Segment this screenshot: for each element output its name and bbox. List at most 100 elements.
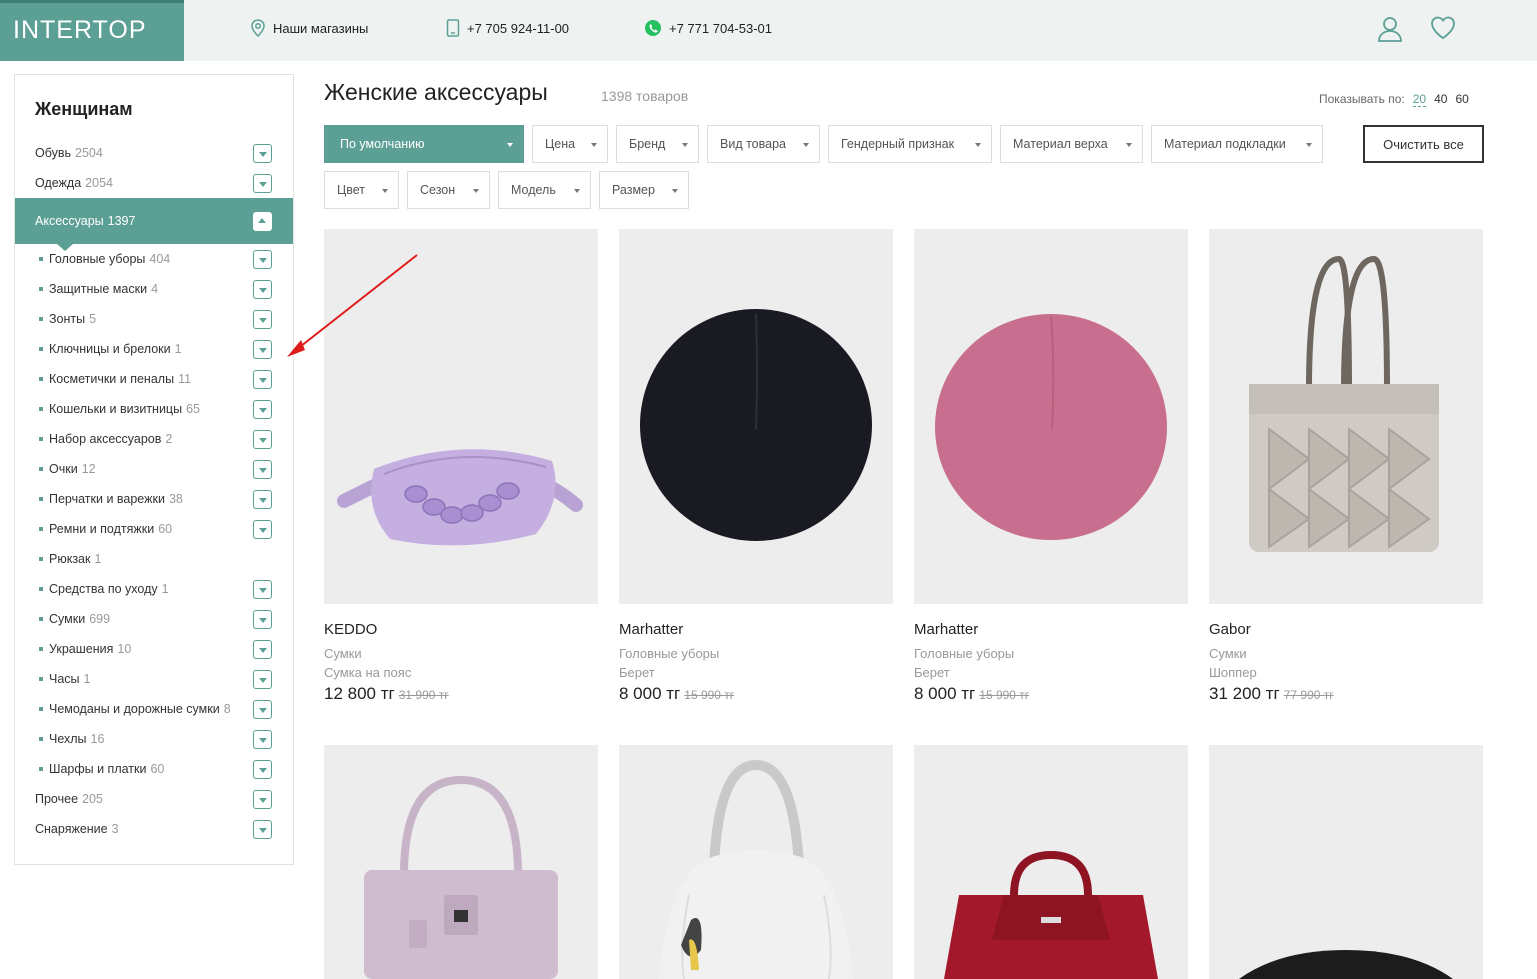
product-brand[interactable]: Gabor — [1209, 621, 1251, 638]
product-image[interactable] — [619, 229, 893, 604]
product-image[interactable] — [324, 229, 598, 604]
sidebar-item-footwear[interactable]: Обувь 2504 — [15, 138, 293, 168]
product-image[interactable] — [619, 745, 893, 979]
sidebar-item-other[interactable]: Прочее 205 — [15, 784, 293, 814]
sidebar-subitem[interactable]: Ключницы и брелоки 1 — [15, 334, 293, 364]
expand-toggle[interactable] — [253, 730, 272, 749]
logo[interactable]: INTERTOP — [0, 0, 184, 61]
sidebar-subitem[interactable]: Средства по уходу 1 — [15, 574, 293, 604]
product-image[interactable] — [1209, 229, 1483, 604]
expand-toggle[interactable] — [253, 820, 272, 839]
bullet — [39, 707, 43, 711]
collapse-toggle[interactable] — [253, 212, 272, 231]
chevron-down-icon — [591, 143, 597, 147]
product-card[interactable] — [324, 745, 598, 979]
sidebar-subitem-count: 2 — [165, 432, 173, 446]
product-brand[interactable]: Marhatter — [619, 621, 683, 638]
expand-toggle[interactable] — [253, 174, 272, 193]
sidebar-item-clothing[interactable]: Одежда 2054 — [15, 168, 293, 198]
sidebar-subitem[interactable]: Сумки 699 — [15, 604, 293, 634]
per-page-20[interactable]: 20 — [1412, 92, 1427, 107]
expand-toggle[interactable] — [253, 610, 272, 629]
product-card[interactable]: Marhatter Головные уборы Берет 8 000 тг 1… — [619, 229, 893, 714]
sidebar-item-accessories[interactable]: Аксессуары 1397 — [15, 198, 293, 251]
expand-toggle[interactable] — [253, 790, 272, 809]
expand-toggle[interactable] — [253, 640, 272, 659]
product-brand[interactable]: KEDDO — [324, 621, 377, 638]
lilac-handbag-image — [364, 775, 558, 979]
sidebar-subitem[interactable]: Головные уборы 404 — [15, 244, 293, 274]
per-page-40[interactable]: 40 — [1434, 92, 1447, 107]
sidebar-subitem[interactable]: Набор аксессуаров 2 — [15, 424, 293, 454]
product-image[interactable] — [914, 229, 1188, 604]
expand-toggle[interactable] — [253, 760, 272, 779]
old-price: 15 990 тг — [684, 688, 735, 702]
filter-upper-material[interactable]: Материал верха — [1000, 125, 1143, 163]
sidebar-subitem[interactable]: Рюкзак 1 — [15, 544, 293, 574]
whatsapp-link[interactable]: +7 771 704-53-01 — [644, 19, 772, 37]
product-type: Шоппер — [1209, 665, 1257, 680]
filter-brand[interactable]: Бренд — [616, 125, 699, 163]
heart-icon[interactable] — [1430, 15, 1456, 41]
sidebar-subitem[interactable]: Чемоданы и дорожные сумки 8 — [15, 694, 293, 724]
expand-toggle[interactable] — [253, 310, 272, 329]
sidebar-subitem[interactable]: Кошельки и визитницы 65 — [15, 394, 293, 424]
expand-toggle[interactable] — [253, 700, 272, 719]
product-card[interactable] — [619, 745, 893, 979]
expand-toggle[interactable] — [253, 490, 272, 509]
filter-model[interactable]: Модель — [498, 171, 591, 209]
filter-gender[interactable]: Гендерный признак — [828, 125, 992, 163]
bullet — [39, 437, 43, 441]
expand-toggle[interactable] — [253, 670, 272, 689]
sidebar-subitem[interactable]: Часы 1 — [15, 664, 293, 694]
current-price: 8 000 тг — [914, 684, 976, 703]
sidebar-subitem[interactable]: Перчатки и варежки 38 — [15, 484, 293, 514]
product-card[interactable] — [1209, 745, 1483, 979]
expand-toggle[interactable] — [253, 430, 272, 449]
filter-size[interactable]: Размер — [599, 171, 689, 209]
expand-toggle[interactable] — [253, 340, 272, 359]
sidebar-subitem[interactable]: Ремни и подтяжки 60 — [15, 514, 293, 544]
filter-lining-material[interactable]: Материал подкладки — [1151, 125, 1323, 163]
sidebar-subitem[interactable]: Косметички и пеналы 11 — [15, 364, 293, 394]
product-card[interactable]: Marhatter Головные уборы Берет 8 000 тг 1… — [914, 229, 1188, 714]
phone-link[interactable]: +7 705 924-11-00 — [446, 19, 569, 37]
product-card[interactable] — [914, 745, 1188, 979]
sort-dropdown[interactable]: По умолчанию — [324, 125, 524, 163]
filter-price[interactable]: Цена — [532, 125, 608, 163]
filter-season[interactable]: Сезон — [407, 171, 490, 209]
sidebar-item-count: 205 — [82, 792, 103, 806]
expand-toggle[interactable] — [253, 520, 272, 539]
clear-all-button[interactable]: Очистить все — [1363, 125, 1484, 163]
product-image[interactable] — [1209, 745, 1483, 979]
sidebar-subitem-label: Головные уборы — [49, 252, 146, 266]
expand-toggle[interactable] — [253, 400, 272, 419]
sidebar-subitem[interactable]: Шарфы и платки 60 — [15, 754, 293, 784]
expand-toggle[interactable] — [253, 370, 272, 389]
sidebar-item-label: Обувь — [35, 146, 72, 160]
sidebar-subitem[interactable]: Защитные маски 4 — [15, 274, 293, 304]
sidebar-subitem[interactable]: Украшения 10 — [15, 634, 293, 664]
expand-toggle[interactable] — [253, 580, 272, 599]
sidebar-subitem[interactable]: Зонты 5 — [15, 304, 293, 334]
filter-color[interactable]: Цвет — [324, 171, 399, 209]
expand-toggle[interactable] — [253, 144, 272, 163]
expand-toggle[interactable] — [253, 460, 272, 479]
sidebar-subitem-label: Рюкзак — [49, 552, 91, 566]
stores-link[interactable]: Наши магазины — [250, 19, 368, 37]
sidebar-subitem-count: 699 — [89, 612, 111, 626]
sidebar-subitem[interactable]: Очки 12 — [15, 454, 293, 484]
sidebar-item-equipment[interactable]: Снаряжение 3 — [15, 814, 293, 844]
sidebar-subitem-label: Часы — [49, 672, 80, 686]
product-card[interactable]: KEDDO Сумки Сумка на пояс 12 800 тг 31 99… — [324, 229, 598, 714]
sidebar-subitem[interactable]: Чехлы 16 — [15, 724, 293, 754]
filter-product-type[interactable]: Вид товара — [707, 125, 820, 163]
user-icon[interactable] — [1377, 15, 1403, 43]
expand-toggle[interactable] — [253, 280, 272, 299]
product-image[interactable] — [914, 745, 1188, 979]
product-brand[interactable]: Marhatter — [914, 621, 978, 638]
expand-toggle[interactable] — [253, 250, 272, 269]
product-card[interactable]: Gabor Сумки Шоппер 31 200 тг 77 990 тг — [1209, 229, 1483, 714]
product-image[interactable] — [324, 745, 598, 979]
per-page-60[interactable]: 60 — [1455, 92, 1468, 107]
